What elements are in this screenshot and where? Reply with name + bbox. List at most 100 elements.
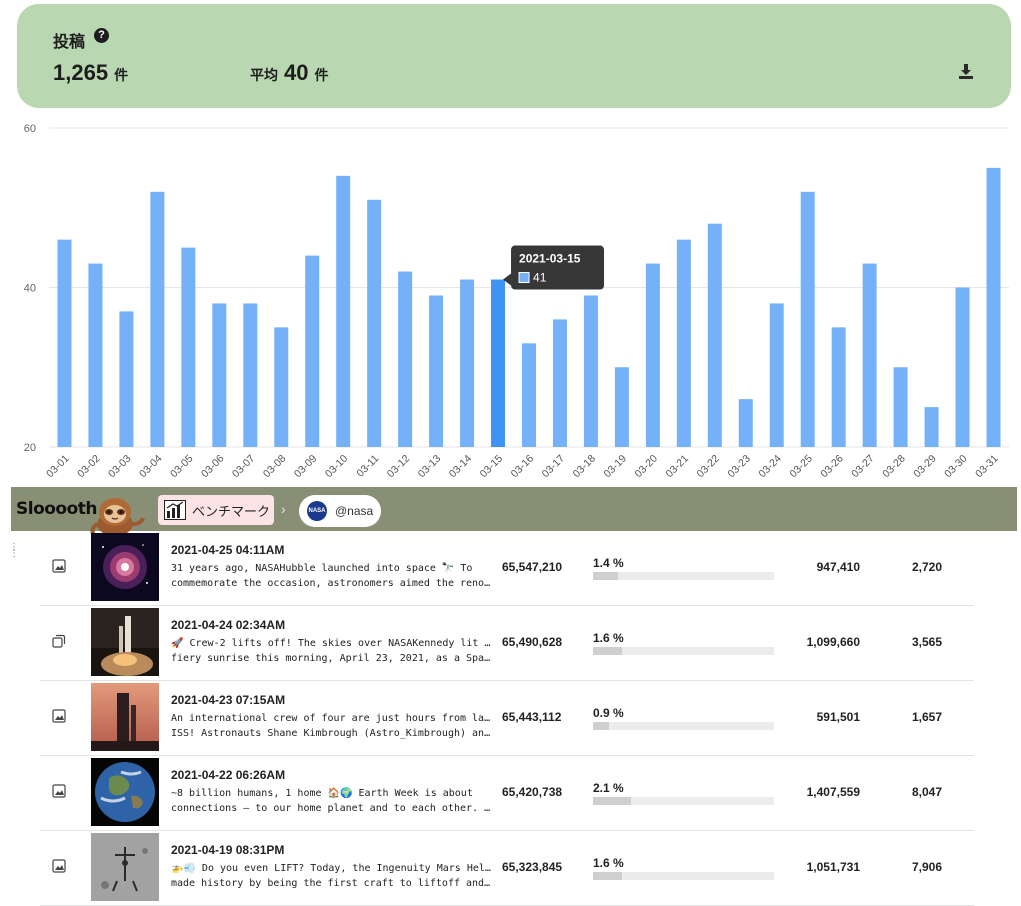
tooltip-value: 41	[533, 271, 547, 285]
post-likes: 591,501	[816, 710, 860, 724]
chart-bar[interactable]	[831, 327, 846, 447]
x-tick-label: 03-29	[911, 453, 939, 481]
chart-bar[interactable]	[676, 239, 691, 447]
post-likes: 1,099,660	[806, 635, 860, 649]
summary-title: 投稿	[53, 34, 86, 51]
post-caption-line: commemorate the occasion, astronomers ai…	[171, 578, 491, 589]
chart-bar[interactable]	[429, 295, 444, 447]
x-tick-label: 03-18	[571, 453, 599, 481]
average-value: 40	[284, 60, 309, 85]
table-row[interactable]: 2021-04-25 04:11AM 31 years ago, NASAHub…	[40, 531, 974, 606]
post-thumbnail[interactable]	[91, 833, 159, 901]
image-icon	[52, 859, 66, 873]
breadcrumb-benchmark-label: ベンチマーク	[192, 503, 271, 519]
tooltip-title: 2021-03-15	[519, 252, 581, 266]
chart-bar[interactable]	[986, 167, 1001, 447]
chart-bar[interactable]	[645, 263, 660, 447]
post-caption: ~8 billion humans, 1 home 🏠🌍 Earth Week …	[171, 786, 491, 816]
x-tick-label: 03-21	[663, 453, 691, 481]
chart-bar[interactable]	[274, 327, 289, 447]
x-tick-label: 03-31	[973, 453, 1001, 481]
chart-bar[interactable]	[583, 295, 598, 447]
post-caption-line: ~8 billion humans, 1 home 🏠🌍 Earth Week …	[171, 788, 473, 799]
post-engagement-rate: 2.1 %	[593, 781, 624, 795]
average-label: 平均	[250, 67, 278, 83]
chart-bar[interactable]	[119, 311, 134, 447]
post-followers: 65,547,210	[502, 560, 563, 574]
post-caption-line: connections — to our home planet and to …	[171, 803, 491, 814]
x-tick-label: 03-11	[354, 453, 381, 480]
chart-bar[interactable]	[614, 367, 629, 447]
engagement-rate-bar	[593, 722, 774, 730]
x-tick-label: 03-23	[725, 453, 753, 481]
breadcrumb-separator-icon: ›	[281, 501, 286, 517]
chart-bar[interactable]	[769, 303, 784, 447]
post-caption-line: An international crew of four are just h…	[171, 713, 491, 724]
total-count: 1,265	[53, 60, 109, 85]
x-tick-label: 03-28	[880, 453, 908, 481]
chart-bar[interactable]	[88, 263, 103, 447]
chart-bar[interactable]	[367, 199, 382, 447]
post-engagement-rate: 0.9 %	[593, 706, 624, 720]
tooltip-swatch	[518, 272, 530, 284]
post-date: 2021-04-23 07:15AM	[171, 693, 286, 707]
x-tick-label: 03-03	[106, 453, 134, 481]
chart-bar[interactable]	[336, 175, 351, 447]
post-caption: 🚀 Crew-2 lifts off! The skies over NASAK…	[171, 636, 491, 666]
chart-bar[interactable]	[305, 255, 320, 447]
engagement-rate-bar	[593, 647, 774, 655]
post-thumbnail[interactable]	[91, 683, 159, 751]
post-date: 2021-04-24 02:34AM	[171, 618, 286, 632]
breadcrumb-account[interactable]: NASA @nasa	[299, 495, 381, 527]
app-logo[interactable]: Slooooth	[16, 499, 98, 519]
x-tick-label: 03-04	[137, 453, 165, 481]
chart-bar[interactable]	[955, 287, 970, 448]
help-icon[interactable]: ?	[94, 28, 109, 43]
chart-bar[interactable]	[212, 303, 227, 447]
chart-bar[interactable]	[552, 319, 567, 447]
drag-handle-icon[interactable]: ⋮ ⋮	[9, 543, 19, 559]
post-comments: 3,565	[911, 635, 942, 649]
table-row[interactable]: 2021-04-22 06:26AM ~8 billion humans, 1 …	[40, 756, 974, 831]
x-tick-label: 03-06	[199, 453, 227, 481]
post-thumbnail[interactable]	[91, 758, 159, 826]
post-comments: 7,906	[911, 860, 942, 874]
x-tick-label: 03-05	[168, 453, 196, 481]
table-row[interactable]: 2021-04-23 07:15AM An international crew…	[40, 681, 974, 756]
chart-bar[interactable]	[491, 279, 506, 447]
post-engagement-rate: 1.6 %	[593, 856, 624, 870]
chart-bar[interactable]	[893, 367, 908, 447]
chart-bar[interactable]	[800, 191, 815, 447]
chart-bar[interactable]	[398, 271, 413, 447]
table-row[interactable]: 2021-04-24 02:34AM 🚀 Crew-2 lifts off! T…	[40, 606, 974, 681]
chart-bar[interactable]	[707, 223, 722, 447]
x-tick-label: 03-01	[44, 453, 72, 481]
chart-bar[interactable]	[460, 279, 475, 447]
chart-bar[interactable]	[181, 247, 196, 447]
chart-bar[interactable]	[243, 303, 258, 447]
post-date: 2021-04-22 06:26AM	[171, 768, 286, 782]
post-thumbnail[interactable]	[91, 608, 159, 676]
download-icon[interactable]	[957, 62, 975, 80]
breadcrumb-benchmark[interactable]: ベンチマーク	[158, 495, 274, 525]
post-caption: 31 years ago, NASAHubble launched into s…	[171, 561, 491, 591]
chart-bar[interactable]	[738, 399, 753, 447]
chart-bar[interactable]	[522, 343, 536, 447]
chart-bar[interactable]	[150, 191, 165, 447]
chart-bar[interactable]	[57, 239, 72, 447]
post-thumbnail[interactable]	[91, 533, 159, 601]
post-caption-line: fiery sunrise this morning, April 23, 20…	[171, 653, 491, 664]
table-row[interactable]: 2021-04-19 08:31PM 🚁💨 Do you even LIFT? …	[40, 831, 974, 906]
chart-bar[interactable]	[862, 263, 877, 447]
x-tick-label: 03-24	[756, 453, 784, 481]
x-tick-label: 03-26	[818, 453, 846, 481]
post-followers: 65,443,112	[502, 710, 562, 724]
y-tick-label: 60	[24, 123, 36, 135]
post-date: 2021-04-19 08:31PM	[171, 843, 285, 857]
post-likes: 1,407,559	[806, 785, 860, 799]
posts-table: 2021-04-25 04:11AM 31 years ago, NASAHub…	[40, 531, 974, 906]
post-date: 2021-04-25 04:11AM	[171, 543, 285, 557]
chart-bar[interactable]	[924, 407, 939, 447]
x-tick-label: 03-12	[385, 453, 413, 481]
image-icon	[52, 559, 66, 573]
